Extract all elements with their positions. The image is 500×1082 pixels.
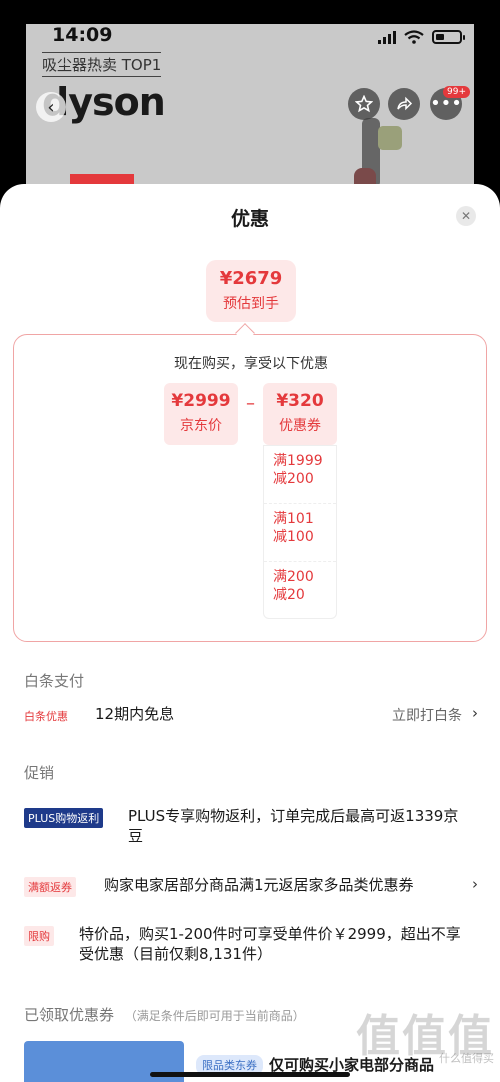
signal-icon bbox=[378, 30, 396, 44]
jd-price-tile: ¥2999 京东价 bbox=[164, 383, 238, 445]
coupon-total-tile: ¥320 优惠券 bbox=[263, 383, 337, 445]
share-icon bbox=[397, 96, 413, 111]
wifi-icon bbox=[404, 30, 424, 44]
promo-section-title: 促销 bbox=[24, 764, 55, 782]
hot-sale-label: 吸尘器热卖 TOP1 bbox=[42, 52, 162, 77]
baitiao-action[interactable]: 立即打白条 bbox=[392, 705, 462, 725]
status-bar: 14:09 bbox=[26, 24, 474, 50]
coupon-breakdown-item: 满1999 减200 bbox=[264, 446, 336, 504]
baitiao-row[interactable]: 白条优惠 12期内免息 立即打白条 › bbox=[24, 704, 480, 728]
coupon-return-text: 购家电家居部分商品满1元返居家多品类优惠券 bbox=[104, 876, 414, 894]
received-coupons-title: 已领取优惠券 （满足条件后即可用于当前商品） bbox=[24, 1006, 305, 1024]
promo-item-plus: PLUS购物返利 PLUS专享购物返利，订单完成后最高可返1339京豆 bbox=[24, 806, 480, 850]
cart-badge: 99+ bbox=[443, 86, 470, 98]
favorite-button[interactable] bbox=[348, 88, 380, 120]
limit-tag: 限购 bbox=[24, 926, 54, 946]
close-button[interactable]: ✕ bbox=[456, 206, 476, 226]
watermark-subtitle: 什么值得买 bbox=[439, 1052, 494, 1065]
plus-rebate-text: PLUS专享购物返利，订单完成后最高可返1339京豆 bbox=[128, 807, 459, 845]
estimated-price: ¥2679 bbox=[219, 268, 283, 289]
baitiao-tag: 白条优惠 bbox=[24, 706, 72, 726]
coupon-breakdown-list: 满1999 减200 满101 减100 满200 减20 bbox=[263, 445, 337, 619]
share-button[interactable] bbox=[388, 88, 420, 120]
limit-text: 特价品，购买1-200件时可享受单件价￥2999，超出不享受优惠（目前仅剩8,1… bbox=[79, 925, 461, 963]
coupon-total-label: 优惠券 bbox=[279, 418, 321, 434]
promo-item-coupon-return[interactable]: 满额返券 购家电家居部分商品满1元返居家多品类优惠券 › bbox=[24, 875, 480, 899]
estimated-price-box: ¥2679 预估到手 bbox=[206, 260, 296, 322]
coupon-breakdown-item: 满101 减100 bbox=[264, 504, 336, 562]
home-indicator[interactable] bbox=[150, 1072, 350, 1077]
battery-icon bbox=[432, 30, 465, 44]
close-icon: ✕ bbox=[460, 209, 472, 223]
coupon-total-value: ¥320 bbox=[276, 391, 324, 411]
star-icon bbox=[355, 95, 373, 113]
baitiao-section-title: 白条支付 bbox=[24, 672, 85, 690]
coupon-breakdown-item: 满200 减20 bbox=[273, 569, 314, 603]
estimated-price-label: 预估到手 bbox=[223, 296, 279, 312]
minus-sign: – bbox=[246, 393, 255, 414]
promo-item-limit: 限购 特价品，购买1-200件时可享受单件价￥2999，超出不享受优惠（目前仅剩… bbox=[24, 924, 480, 968]
chevron-right-icon: › bbox=[472, 875, 478, 893]
discount-detail-title: 现在购买，享受以下优惠 bbox=[174, 356, 328, 372]
ellipsis-icon: ••• bbox=[430, 93, 462, 114]
chevron-left-icon: ‹ bbox=[47, 96, 55, 118]
coupon-return-tag: 满额返券 bbox=[24, 877, 76, 897]
jd-price-label: 京东价 bbox=[180, 418, 222, 434]
received-coupons-hint: （满足条件后即可用于当前商品） bbox=[124, 1009, 305, 1023]
discount-detail-box: 现在购买，享受以下优惠 ¥2999 京东价 – ¥320 优惠券 满1999 减… bbox=[13, 334, 487, 642]
baitiao-text: 12期内免息 bbox=[95, 705, 175, 723]
plus-rebate-tag: PLUS购物返利 bbox=[24, 808, 104, 828]
discount-sheet: 优惠 ✕ ¥2679 预估到手 现在购买，享受以下优惠 ¥2999 京东价 – … bbox=[0, 184, 500, 1082]
status-time: 14:09 bbox=[52, 24, 113, 46]
status-icons bbox=[378, 30, 465, 44]
jd-price-value: ¥2999 bbox=[171, 391, 231, 411]
chevron-right-icon: › bbox=[472, 704, 478, 722]
sheet-title: 优惠 bbox=[230, 208, 269, 230]
back-button[interactable]: ‹ bbox=[36, 92, 66, 122]
